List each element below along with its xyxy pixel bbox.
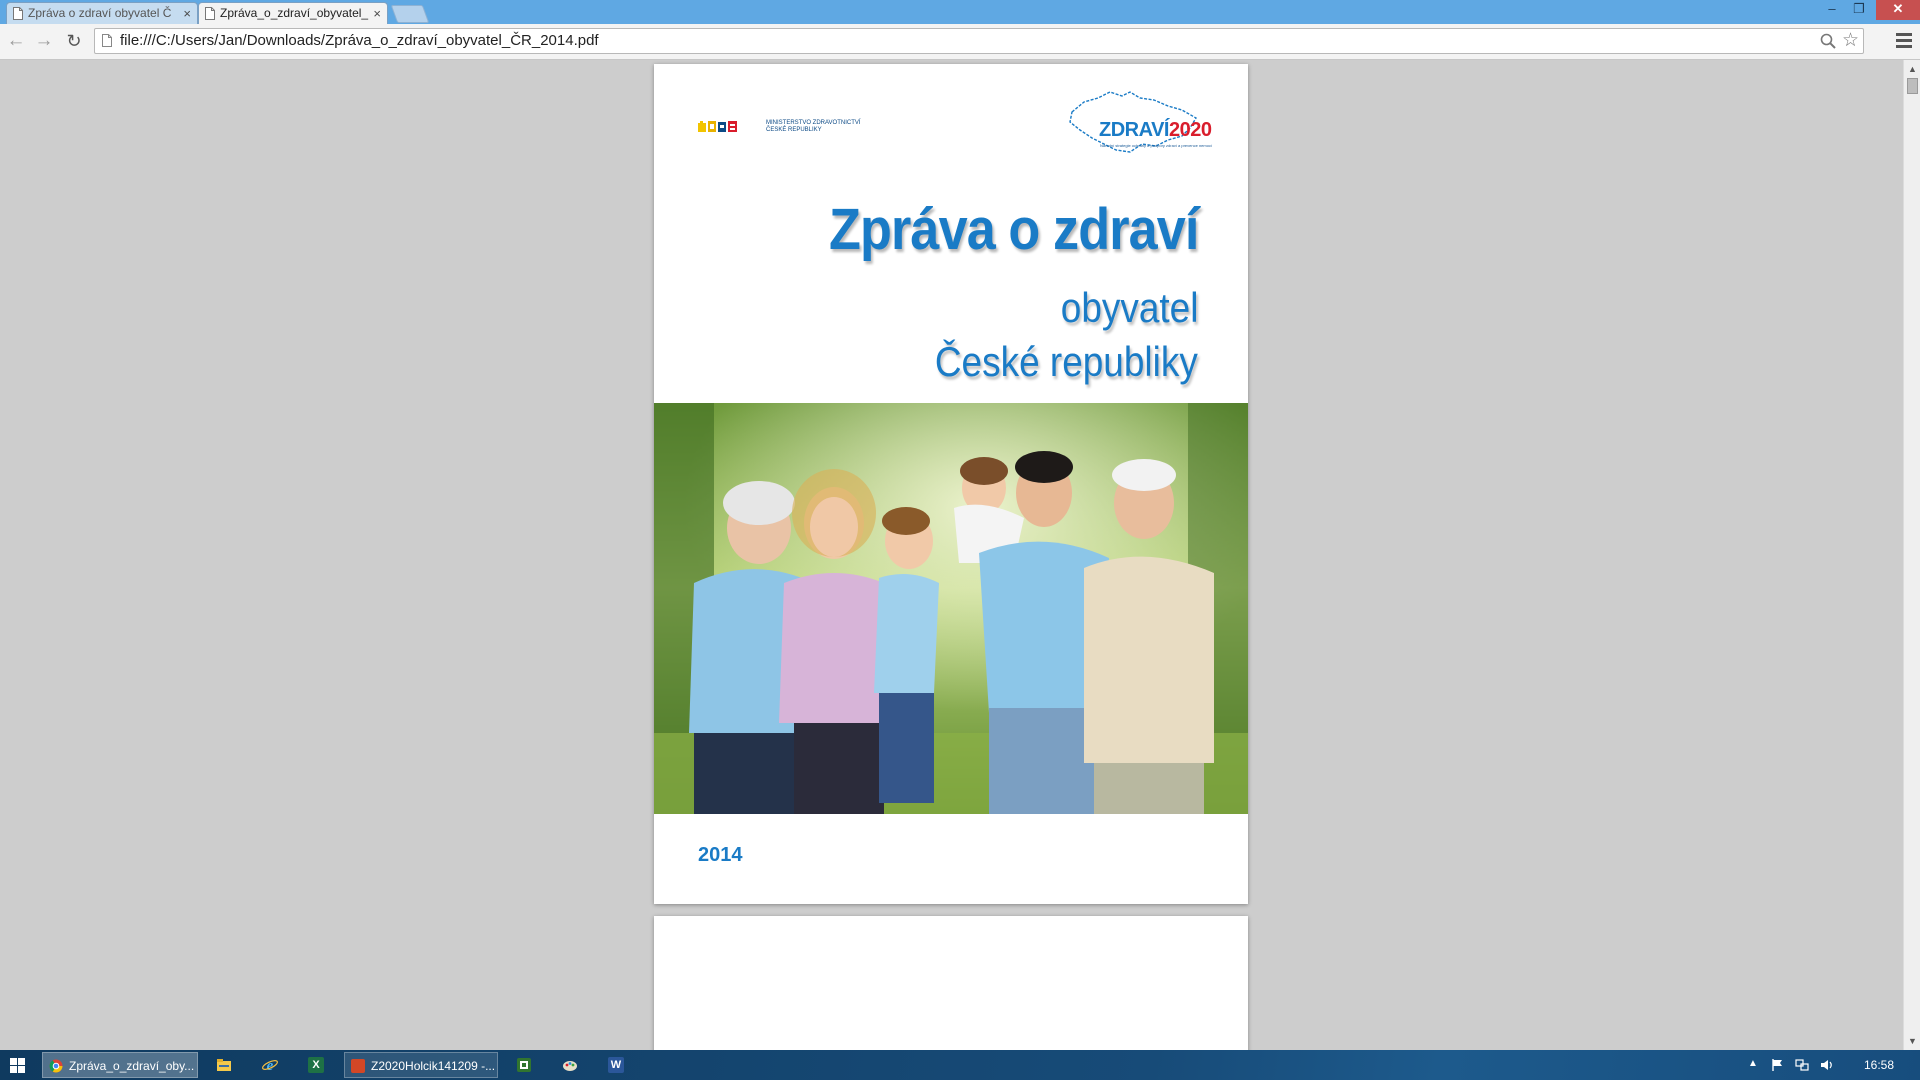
bookmark-star-icon[interactable]: ☆: [1842, 30, 1859, 52]
volume-icon[interactable]: [1820, 1058, 1834, 1072]
excel-icon[interactable]: X: [308, 1057, 324, 1073]
paint-icon[interactable]: [562, 1057, 578, 1073]
new-tab-button[interactable]: [390, 5, 430, 23]
browser-toolbar: ← → ↻ file:///C:/Users/Jan/Downloads/Zpr…: [0, 24, 1920, 60]
title-bar: Zpráva o zdraví obyvatel Č × Zpráva_o_zd…: [0, 0, 1920, 24]
tab-label: Zpráva o zdraví obyvatel Č: [28, 6, 172, 20]
scroll-thumb[interactable]: [1907, 78, 1918, 94]
ministry-logo-icon: [698, 121, 737, 132]
tab-zprava-o-zdravi[interactable]: Zpráva o zdraví obyvatel Č ×: [6, 2, 198, 24]
tab-close-icon[interactable]: ×: [373, 3, 381, 24]
minimize-button[interactable]: –: [1822, 0, 1842, 20]
zdravi-2020-logo: ZDRAVÍ2020: [1099, 119, 1212, 141]
network-icon[interactable]: [1795, 1058, 1809, 1072]
taskbar-powerpoint-button[interactable]: Z2020Holcik141209 -...: [344, 1052, 498, 1078]
pdf-page-cover: MINISTERSTVO ZDRAVOTNICTVÍ ČESKÉ REPUBLI…: [654, 64, 1248, 904]
project-icon[interactable]: [516, 1057, 532, 1073]
scroll-down-icon[interactable]: ▼: [1908, 1036, 1917, 1046]
document-icon: [13, 7, 23, 20]
clock[interactable]: 16:58: [1862, 1050, 1896, 1080]
word-icon[interactable]: W: [608, 1057, 624, 1073]
ministry-line-1: MINISTERSTVO ZDRAVOTNICTVÍ: [766, 120, 861, 126]
url-text[interactable]: file:///C:/Users/Jan/Downloads/Zpráva_o_…: [120, 29, 599, 53]
tab-close-icon[interactable]: ×: [183, 3, 191, 24]
pdf-page-2: [654, 916, 1248, 1050]
ministry-name: MINISTERSTVO ZDRAVOTNICTVÍ ČESKÉ REPUBLI…: [766, 120, 876, 134]
menu-icon[interactable]: [1896, 33, 1912, 49]
internet-explorer-icon[interactable]: e: [262, 1057, 278, 1073]
vertical-scrollbar[interactable]: ▲ ▼: [1903, 60, 1920, 1050]
cover-subtitle-line-1: obyvatel: [1060, 284, 1198, 331]
zoom-icon[interactable]: [1819, 32, 1837, 50]
ministry-line-2: ČESKÉ REPUBLIKY: [766, 127, 822, 133]
zdravi-2020-tagline: Národní strategie ochrany a podpory zdra…: [1100, 143, 1213, 148]
cover-subtitle-line-2: České republiky: [935, 338, 1198, 385]
pdf-viewer[interactable]: MINISTERSTVO ZDRAVOTNICTVÍ ČESKÉ REPUBLI…: [0, 60, 1920, 1050]
back-button[interactable]: ←: [4, 30, 28, 54]
cover-year: 2014: [698, 844, 743, 866]
tab-label: Zpráva_o_zdraví_obyvatel_: [220, 6, 369, 20]
taskbar-chrome-label: Zpráva_o_zdraví_oby...: [69, 1059, 195, 1073]
taskbar-powerpoint-label: Z2020Holcik141209 -...: [371, 1059, 496, 1073]
family-photo: [654, 403, 1248, 814]
flag-icon[interactable]: [1770, 1058, 1784, 1072]
document-icon: [205, 7, 215, 20]
tray-overflow-icon[interactable]: ▲: [1748, 1058, 1758, 1069]
forward-button[interactable]: →: [32, 30, 56, 54]
taskbar: Zpráva_o_zdraví_oby... e X Z2020Holcik14…: [0, 1050, 1920, 1080]
windows-start-icon[interactable]: [10, 1058, 26, 1074]
chrome-icon: [49, 1059, 63, 1073]
scroll-up-icon[interactable]: ▲: [1908, 64, 1917, 74]
reload-button[interactable]: ↻: [62, 30, 86, 54]
tab-zprava-pdf[interactable]: Zpráva_o_zdraví_obyvatel_ ×: [198, 2, 388, 24]
powerpoint-icon: [351, 1059, 365, 1073]
taskbar-chrome-button[interactable]: Zpráva_o_zdraví_oby...: [42, 1052, 198, 1078]
maximize-button[interactable]: ❐: [1848, 0, 1870, 20]
page-icon: [102, 34, 112, 47]
close-window-button[interactable]: ✕: [1876, 0, 1920, 20]
cover-title: Zpráva o zdraví: [828, 197, 1199, 262]
file-explorer-icon[interactable]: [216, 1057, 232, 1073]
address-bar[interactable]: file:///C:/Users/Jan/Downloads/Zpráva_o_…: [94, 28, 1864, 54]
